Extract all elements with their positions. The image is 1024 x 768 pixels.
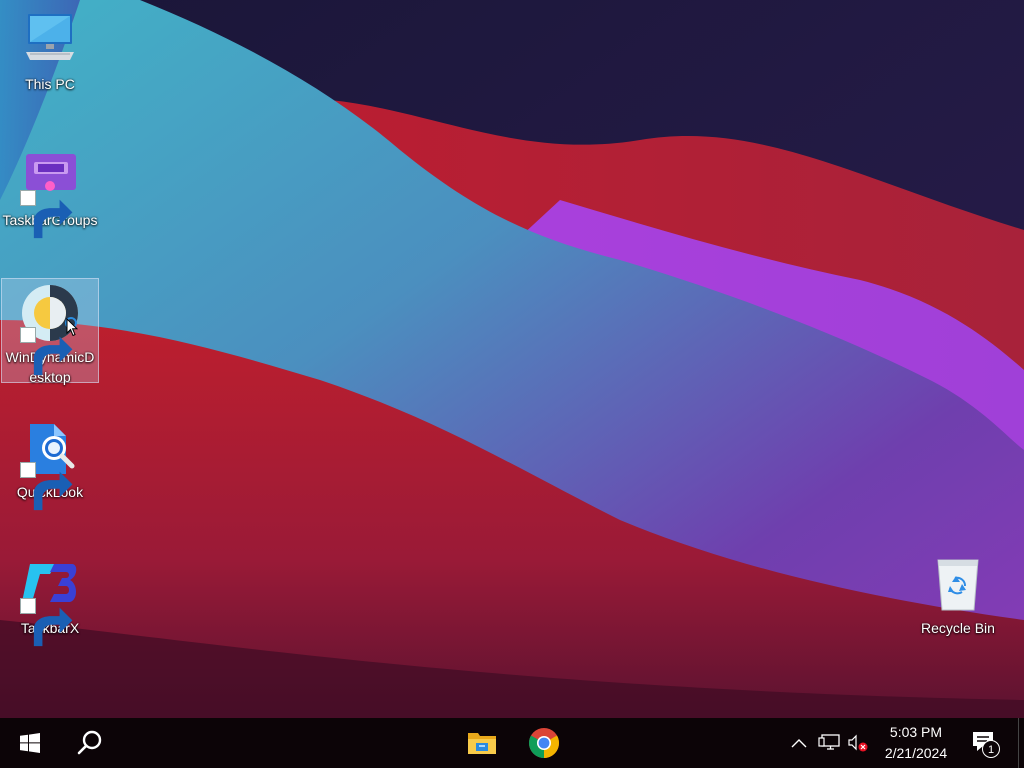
desktop-icon-label: Recycle Bin	[921, 620, 995, 636]
volume-muted-icon	[848, 734, 868, 752]
desktop-icon-this-pc[interactable]: This PC	[1, 6, 99, 98]
taskbar-clock[interactable]: 5:03 PM 2/21/2024	[872, 718, 960, 768]
search-icon	[77, 730, 102, 755]
search-button[interactable]	[66, 718, 114, 768]
shortcut-arrow-icon	[20, 598, 73, 647]
tray-network-button[interactable]	[815, 718, 843, 768]
taskbar-groups-icon	[20, 146, 80, 239]
taskbar-app-chrome[interactable]	[520, 718, 568, 768]
desktop-icon-win-dynamic-desktop[interactable]: WinDynamicDesktop	[1, 278, 99, 385]
shortcut-arrow-icon	[20, 327, 73, 376]
desktop[interactable]: This PC TaskbarGroups WinDynamicDesktop …	[0, 0, 1024, 718]
notification-count-badge: 1	[982, 740, 1000, 758]
taskbar: 5:03 PM 2/21/2024 1	[0, 718, 1024, 768]
network-icon	[818, 734, 840, 750]
file-explorer-icon	[468, 733, 496, 754]
desktop-icon-label: This PC	[25, 76, 75, 92]
desktop-icon-quicklook[interactable]: QuickLook	[1, 414, 99, 511]
wallpaper	[0, 0, 1024, 718]
taskbar-app-file-explorer[interactable]	[458, 718, 506, 768]
start-button[interactable]	[6, 718, 54, 768]
desktop-icon-taskbar-groups[interactable]: TaskbarGroups	[1, 142, 99, 239]
tray-overflow-button[interactable]	[787, 718, 811, 768]
shortcut-arrow-icon	[20, 190, 73, 239]
windows-start-icon	[20, 733, 40, 753]
clock-time: 5:03 PM	[889, 724, 943, 740]
show-desktop-button[interactable]	[1018, 718, 1024, 768]
mouse-cursor-icon	[66, 318, 78, 337]
action-center-button[interactable]: 1	[964, 718, 1008, 768]
desktop-icon-taskbarx[interactable]: TaskbarX	[1, 550, 99, 647]
recycle-bin-icon	[928, 554, 988, 614]
tray-volume-button[interactable]	[845, 718, 871, 768]
clock-date: 2/21/2024	[884, 745, 948, 761]
shortcut-arrow-icon	[20, 462, 73, 511]
computer-icon	[20, 10, 80, 70]
quicklook-icon	[20, 418, 80, 511]
chevron-up-icon	[791, 739, 807, 748]
desktop-icon-recycle-bin[interactable]: Recycle Bin	[909, 550, 1007, 642]
taskbarx-icon	[20, 554, 80, 647]
chrome-icon	[528, 728, 560, 758]
